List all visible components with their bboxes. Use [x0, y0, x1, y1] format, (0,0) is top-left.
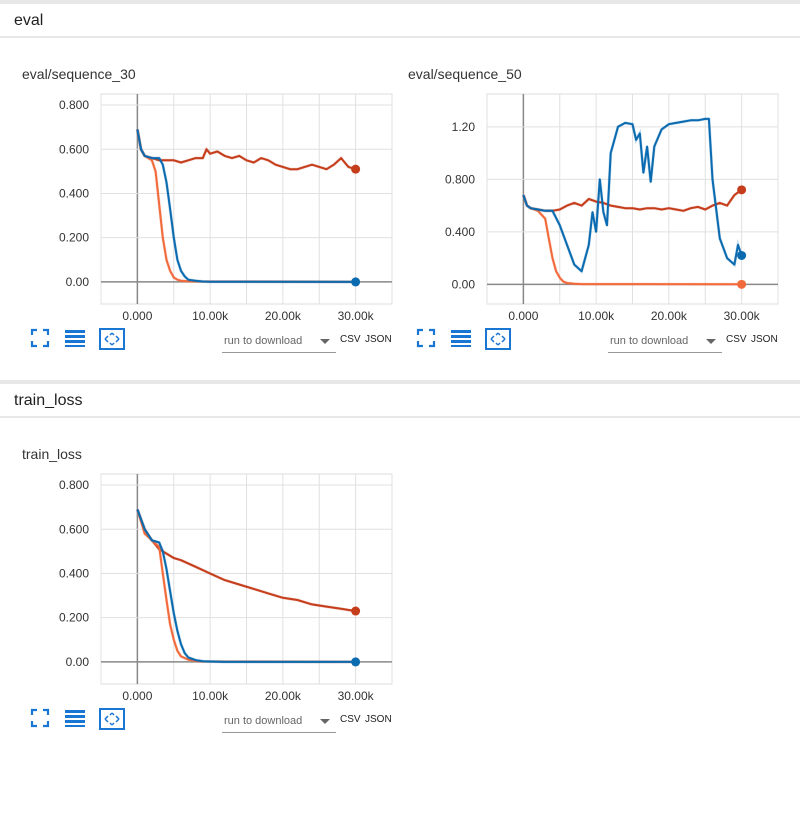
y-tick-label: 0.400 [445, 225, 475, 239]
y-tick-label: 0.800 [59, 98, 89, 112]
y-tick-label: 1.20 [452, 120, 476, 134]
x-tick-label: 0.000 [122, 689, 152, 703]
expand-icon[interactable] [30, 708, 54, 728]
chart-title: eval/sequence_30 [22, 66, 136, 82]
chevron-down-icon [706, 339, 716, 344]
expand-icon[interactable] [416, 328, 440, 348]
x-tick-label: 20.00k [265, 309, 302, 323]
chart-title: train_loss [22, 446, 82, 462]
y-tick-label: 0.600 [59, 522, 89, 536]
chart-plot[interactable]: 0.00 0.200 0.400 0.600 0.800 0.000 10.00k 20.00… [0, 86, 400, 326]
y-tick-label: 0.00 [66, 655, 90, 669]
x-tick-label: 30.00k [338, 689, 375, 703]
x-tick-label: 0.000 [508, 309, 538, 323]
x-tick-label: 10.00k [192, 309, 229, 323]
chevron-down-icon [320, 339, 330, 344]
fit-domain-icon[interactable] [99, 328, 125, 350]
csv-link[interactable]: CSV [340, 714, 361, 725]
download-run-select[interactable]: run to download [222, 332, 336, 353]
x-tick-label: 20.00k [265, 689, 302, 703]
chart-plot[interactable]: 0.00 0.200 0.400 0.600 0.800 0.000 10.00k 20.00… [0, 466, 400, 706]
expand-icon[interactable] [30, 328, 54, 348]
section-header-eval[interactable]: eval [0, 0, 800, 38]
y-tick-label: 0.600 [59, 142, 89, 156]
series-endpoint [351, 657, 361, 667]
series-endpoint [351, 606, 361, 616]
series-endpoint [351, 277, 361, 287]
x-tick-label: 30.00k [338, 309, 375, 323]
y-tick-label: 0.400 [59, 566, 89, 580]
log-scale-icon[interactable] [64, 328, 88, 348]
log-scale-icon[interactable] [450, 328, 474, 348]
y-tick-label: 0.800 [445, 172, 475, 186]
json-link[interactable]: JSON [751, 334, 778, 345]
y-tick-label: 0.200 [59, 611, 89, 625]
csv-link[interactable]: CSV [340, 334, 361, 345]
fit-domain-icon[interactable] [99, 708, 125, 730]
y-tick-label: 0.800 [59, 478, 89, 492]
x-tick-label: 20.00k [651, 309, 688, 323]
series-endpoint [737, 279, 747, 289]
x-tick-label: 10.00k [578, 309, 615, 323]
series-endpoint [737, 250, 747, 260]
chart-plot[interactable]: 0.00 0.400 0.800 1.20 0.000 10.00k 20.00k 30.00… [386, 86, 786, 326]
csv-link[interactable]: CSV [726, 334, 747, 345]
series-endpoint [351, 164, 361, 174]
section-title: eval [14, 12, 44, 29]
series-endpoint [737, 185, 747, 195]
log-scale-icon[interactable] [64, 708, 88, 728]
section-header-train-loss[interactable]: train_loss [0, 380, 800, 418]
download-placeholder: run to download [610, 335, 689, 347]
chart-card-train-loss: train_loss 0.00 0.200 0.400 0.600 0.800 0.000… [0, 446, 393, 816]
x-tick-label: 0.000 [122, 309, 152, 323]
y-tick-label: 0.200 [59, 231, 89, 245]
download-placeholder: run to download [224, 715, 303, 727]
json-link[interactable]: JSON [365, 714, 392, 725]
x-tick-label: 30.00k [724, 309, 761, 323]
x-tick-label: 10.00k [192, 689, 229, 703]
chart-title: eval/sequence_50 [408, 66, 522, 82]
y-tick-label: 0.00 [452, 277, 476, 291]
y-tick-label: 0.00 [66, 275, 90, 289]
download-run-select[interactable]: run to download [608, 332, 722, 353]
section-title: train_loss [14, 392, 83, 409]
download-placeholder: run to download [224, 335, 303, 347]
fit-domain-icon[interactable] [485, 328, 511, 350]
download-run-select[interactable]: run to download [222, 712, 336, 733]
chevron-down-icon [320, 719, 330, 724]
y-tick-label: 0.400 [59, 186, 89, 200]
